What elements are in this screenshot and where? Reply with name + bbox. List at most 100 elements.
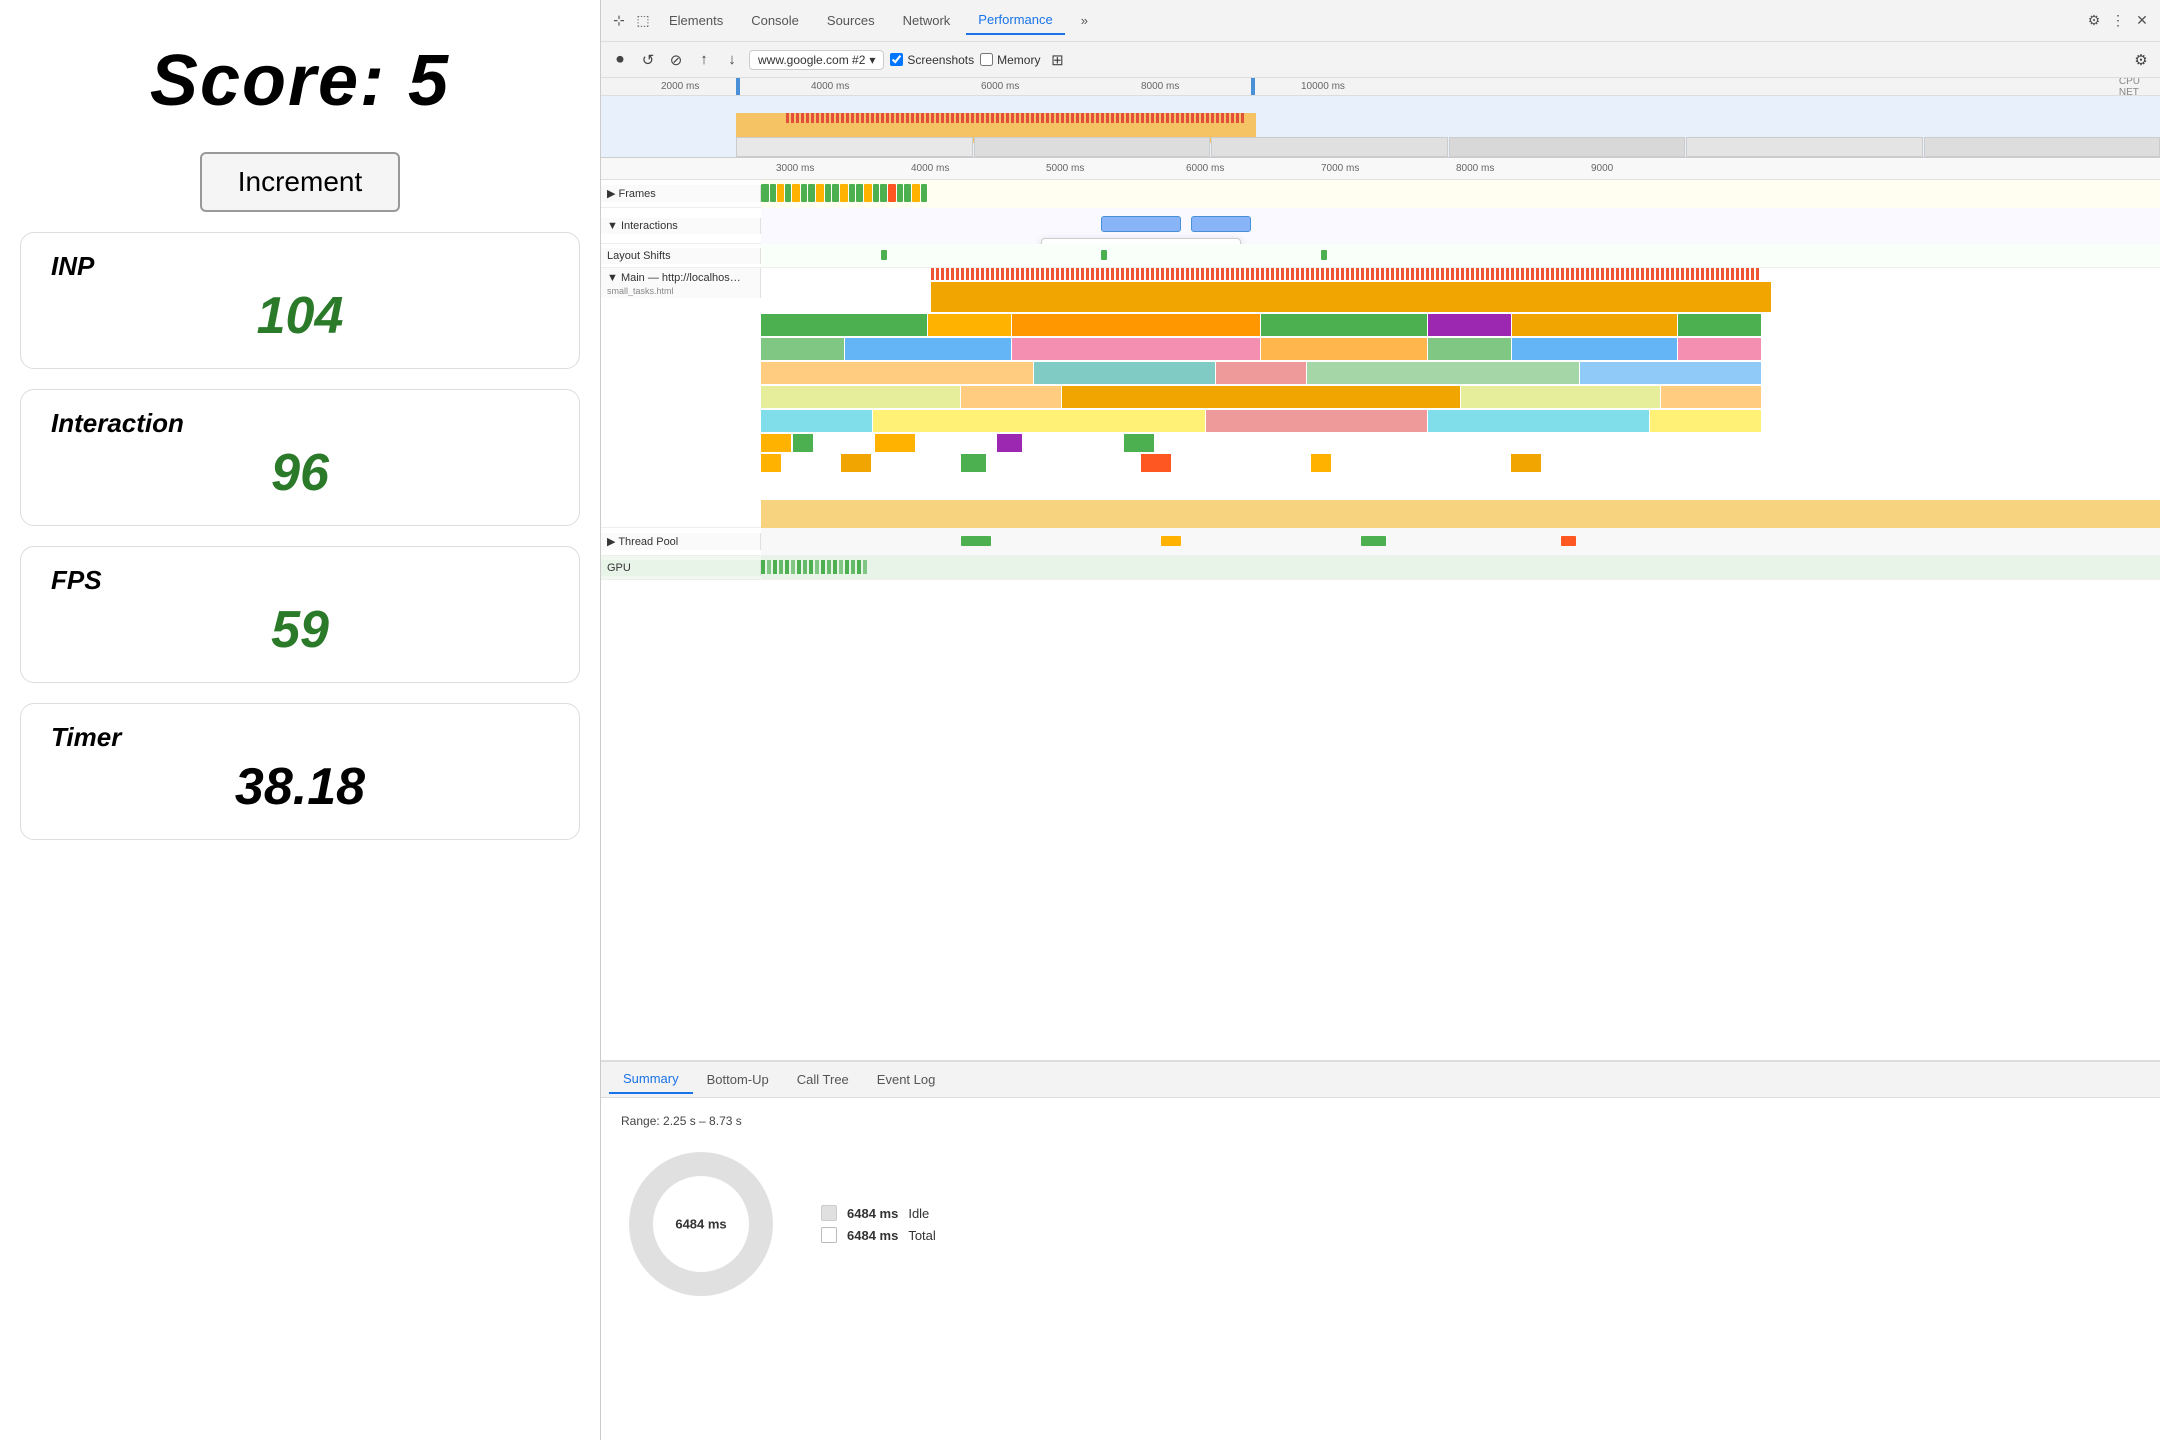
- selection-handle-right[interactable]: [1251, 78, 1255, 95]
- fps-label: FPS: [51, 565, 549, 596]
- metric-card-interaction: Interaction 96: [20, 389, 580, 526]
- tab-call-tree[interactable]: Call Tree: [783, 1066, 863, 1093]
- legend-idle: 6484 ms Idle: [821, 1205, 936, 1221]
- gpu-track: GPU: [601, 556, 2160, 580]
- tab-performance[interactable]: Performance: [966, 6, 1064, 35]
- devtools-header: ⊹ ⬚ Elements Console Sources Network Per…: [601, 0, 2160, 42]
- frames-content[interactable]: [761, 180, 2160, 208]
- ruler2-4000: 4000 ms: [911, 163, 949, 174]
- donut-center-label: 6484 ms: [675, 1217, 726, 1232]
- stack-row-6: [761, 434, 1761, 452]
- bottom-content: Range: 2.25 s – 8.73 s 6484 ms 6484 ms I…: [601, 1098, 2160, 1440]
- tab-console[interactable]: Console: [739, 7, 811, 34]
- record-icon[interactable]: ⏺: [609, 49, 631, 71]
- legend-total-label: Total: [908, 1228, 935, 1243]
- ruler2-9000: 9000: [1591, 163, 1613, 174]
- metric-card-timer: Timer 38.18: [20, 703, 580, 840]
- screenshots-label: Screenshots: [907, 53, 974, 67]
- stack-row-1: [761, 314, 1761, 336]
- ruler2-8000: 8000 ms: [1456, 163, 1494, 174]
- increment-button[interactable]: Increment: [200, 152, 401, 212]
- clear-icon[interactable]: ⊘: [665, 49, 687, 71]
- main-thread-file: small_tasks.html: [607, 286, 754, 296]
- layout-shifts-content[interactable]: [761, 244, 2160, 267]
- summary-body: 6484 ms 6484 ms Idle 6484 ms Total: [621, 1144, 2140, 1304]
- main-thread-content[interactable]: [761, 268, 2160, 528]
- ruler2-5000: 5000 ms: [1046, 163, 1084, 174]
- metric-card-fps: FPS 59: [20, 546, 580, 683]
- main-thread-label: ▼ Main — http://localhos… small_tasks.ht…: [601, 268, 761, 298]
- interaction-label: Interaction: [51, 408, 549, 439]
- stack-row-3: [761, 362, 1761, 384]
- tab-elements[interactable]: Elements: [657, 7, 735, 34]
- interactions-track: ▼ Interactions 68.10 ms Pointer Input de…: [601, 208, 2160, 244]
- settings-icon[interactable]: ⚙: [2084, 11, 2104, 31]
- stack-row-4: [761, 386, 1761, 408]
- reload-icon[interactable]: ↺: [637, 49, 659, 71]
- main-thread-track: ▼ Main — http://localhos… small_tasks.ht…: [601, 268, 2160, 528]
- legend-total-color: [821, 1227, 837, 1243]
- legend-total-value: 6484 ms: [847, 1228, 898, 1243]
- interaction-value: 96: [51, 443, 549, 503]
- interactions-content[interactable]: 68.10 ms Pointer Input delay 66ms Proces…: [761, 208, 2160, 244]
- cpu-net-labels: CPUNET: [2119, 78, 2140, 98]
- layout-shifts-label: Layout Shifts: [601, 248, 761, 264]
- timeline-tracks: 3000 ms 4000 ms 5000 ms 6000 ms 7000 ms …: [601, 158, 2160, 1060]
- legend-idle-color: [821, 1205, 837, 1221]
- url-dropdown-icon[interactable]: ▾: [869, 53, 875, 67]
- thread-pool-label: ▶ Thread Pool: [601, 533, 761, 550]
- tab-more[interactable]: »: [1069, 7, 1100, 34]
- timeline-ruler-2: 3000 ms 4000 ms 5000 ms 6000 ms 7000 ms …: [601, 158, 2160, 180]
- summary-legend: 6484 ms Idle 6484 ms Total: [821, 1205, 936, 1243]
- gpu-content[interactable]: [761, 556, 2160, 579]
- screenshots-checkbox[interactable]: [890, 53, 903, 66]
- close-icon[interactable]: ✕: [2132, 11, 2152, 31]
- timer-value: 38.18: [51, 757, 549, 817]
- capture-icon[interactable]: ⊞: [1046, 49, 1068, 71]
- memory-label: Memory: [997, 53, 1040, 67]
- frames-label: ▶ Frames: [601, 185, 761, 202]
- ruler2-3000: 3000 ms: [776, 163, 814, 174]
- tab-sources[interactable]: Sources: [815, 7, 887, 34]
- ruler-tick-4000: 4000 ms: [811, 81, 849, 92]
- inp-value: 104: [51, 286, 549, 346]
- legend-idle-label: Idle: [908, 1206, 929, 1221]
- ruler-tick-6000: 6000 ms: [981, 81, 1019, 92]
- ruler-tick-8000: 8000 ms: [1141, 81, 1179, 92]
- timeline-overview[interactable]: 2000 ms 4000 ms 6000 ms 8000 ms 10000 ms…: [601, 78, 2160, 158]
- left-panel: Score: 5 Increment INP 104 Interaction 9…: [0, 0, 600, 1440]
- legend-total: 6484 ms Total: [821, 1227, 936, 1243]
- ruler-tick-2000: 2000 ms: [661, 81, 699, 92]
- layout-shifts-track: Layout Shifts: [601, 244, 2160, 268]
- tab-event-log[interactable]: Event Log: [863, 1066, 950, 1093]
- interaction-tooltip: 68.10 ms Pointer Input delay 66ms Proces…: [1041, 238, 1241, 244]
- interaction-highlight: [1101, 216, 1181, 232]
- ruler2-7000: 7000 ms: [1321, 163, 1359, 174]
- timer-label: Timer: [51, 722, 549, 753]
- selection-handle-left[interactable]: [736, 78, 740, 95]
- url-badge: www.google.com #2 ▾: [749, 50, 884, 70]
- more-icon[interactable]: ⋮: [2108, 11, 2128, 31]
- cursor-icon[interactable]: ⊹: [609, 11, 629, 31]
- inp-label: INP: [51, 251, 549, 282]
- range-text: Range: 2.25 s – 8.73 s: [621, 1114, 2140, 1128]
- download-icon[interactable]: ↓: [721, 49, 743, 71]
- upload-icon[interactable]: ↑: [693, 49, 715, 71]
- stack-row-2: [761, 338, 1761, 360]
- inspect-icon[interactable]: ⬚: [633, 11, 653, 31]
- interactions-label: ▼ Interactions: [601, 218, 761, 234]
- devtools-panel: ⊹ ⬚ Elements Console Sources Network Per…: [600, 0, 2160, 1440]
- tab-network[interactable]: Network: [891, 7, 963, 34]
- donut-chart: 6484 ms: [621, 1144, 781, 1304]
- toolbar-settings-icon[interactable]: ⚙: [2130, 49, 2152, 71]
- bottom-strip: [761, 500, 2160, 528]
- legend-idle-value: 6484 ms: [847, 1206, 898, 1221]
- memory-checkbox[interactable]: [980, 53, 993, 66]
- thread-pool-content[interactable]: [761, 528, 2160, 555]
- tab-bottom-up[interactable]: Bottom-Up: [693, 1066, 783, 1093]
- ruler2-6000: 6000 ms: [1186, 163, 1224, 174]
- tab-summary[interactable]: Summary: [609, 1065, 693, 1094]
- main-block-1: [931, 282, 1771, 312]
- frames-track: ▶ Frames: [601, 180, 2160, 208]
- devtools-toolbar: ⏺ ↺ ⊘ ↑ ↓ www.google.com #2 ▾ Screenshot…: [601, 42, 2160, 78]
